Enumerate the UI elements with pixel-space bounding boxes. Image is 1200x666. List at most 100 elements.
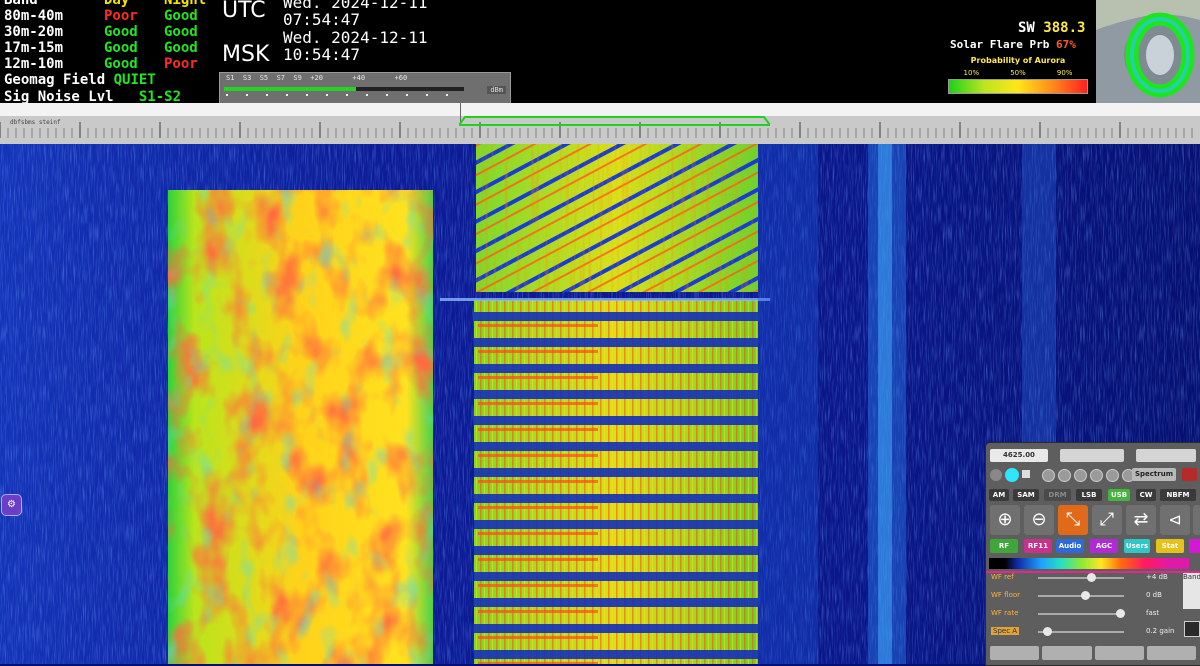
s-meter-tick [386, 94, 388, 96]
signal-gap-row [474, 494, 758, 503]
utc-label: UTC [222, 0, 266, 23]
msk-label: MSK [222, 42, 270, 67]
slider-knob[interactable] [1081, 591, 1090, 600]
geomag-value: QUIET [113, 72, 156, 88]
signal-hot-row [478, 480, 598, 483]
function-tab-stat[interactable]: Stat [1156, 539, 1184, 553]
slider-label: Spec A [991, 627, 1020, 635]
db-step-label: dbfsbms steinf [10, 119, 61, 126]
slider-track[interactable] [1038, 613, 1124, 615]
s-meter-scale: S1 S3 S5 S7 S9 +20 +40 +60 [226, 74, 408, 82]
zoom-max-icon[interactable]: ⤢ [1092, 505, 1122, 535]
colormap-bar[interactable] [989, 558, 1189, 569]
s-meter-bar [224, 87, 464, 91]
mode-button-drm[interactable]: DRM [1044, 489, 1071, 501]
signal-gap-row [474, 390, 758, 399]
active-indicator-icon[interactable] [1005, 468, 1019, 482]
signal-gap-row [474, 598, 758, 607]
step-button[interactable] [1058, 469, 1071, 482]
signal-hot-row [478, 636, 598, 639]
power-icon[interactable] [990, 469, 1002, 481]
signal-hot-row [478, 532, 598, 535]
mode-button-lsb[interactable]: LSB [1076, 489, 1102, 501]
slider-knob[interactable] [1087, 573, 1096, 582]
step-button[interactable] [1074, 469, 1087, 482]
s-meter-tick [286, 94, 288, 96]
s-meter-tick [366, 94, 368, 96]
sw-value: 388.3 [1043, 20, 1086, 36]
band-select[interactable] [1060, 449, 1124, 462]
signal-gap-row [474, 312, 758, 321]
band-row: 30m-20m Good Good [4, 24, 214, 40]
slider-track[interactable] [1038, 577, 1124, 579]
carrier-trace-core [878, 144, 892, 664]
function-tab-audio[interactable]: Audio [1056, 539, 1084, 553]
slider-knob[interactable] [1116, 609, 1125, 618]
s-meter-tick [306, 94, 308, 96]
band-conditions-table: Band Day Night 80m-40m Poor Good 30m-20m… [4, 0, 214, 72]
slider-value: 0.2 gain [1146, 627, 1175, 635]
slider-value: fast [1146, 609, 1160, 617]
function-tab-agc[interactable]: AGC [1090, 539, 1118, 553]
bottom-button[interactable] [990, 646, 1040, 660]
side-label[interactable]: Band [1183, 573, 1200, 609]
aurora-tick: 50% [1010, 69, 1026, 77]
mode-button-cw[interactable]: CW [1136, 489, 1156, 501]
function-tab-rf11[interactable]: RF11 [1024, 539, 1052, 553]
s-meter-tick [346, 94, 348, 96]
receiver-control-panel: 4625.00 Spectrum AM SAM DRM LSB USB CW NBFM ⊕ … [985, 442, 1200, 666]
swap-icon[interactable]: ⇄ [1126, 505, 1156, 535]
prev-icon[interactable]: ⊲ [1160, 505, 1190, 535]
night-condition: Good [164, 8, 198, 24]
night-condition: Good [164, 24, 198, 40]
solar-flare-prob: Solar Flare Prb 67% [950, 38, 1076, 51]
step-button[interactable] [1090, 469, 1103, 482]
frequency-input[interactable]: 4625.00 [990, 449, 1048, 462]
separator-trace [440, 298, 770, 301]
settings-icon[interactable]: ⚙ [1, 494, 22, 516]
stop-icon[interactable] [1022, 470, 1030, 478]
slider-knob[interactable] [1043, 627, 1052, 636]
s-meter-fill [224, 87, 356, 91]
bottom-button[interactable] [1042, 646, 1092, 660]
next-icon[interactable] [1193, 505, 1200, 535]
band-row: 80m-40m Poor Good [4, 8, 214, 24]
step-button[interactable] [1042, 469, 1055, 482]
signal-gap-row [474, 338, 758, 347]
bottom-button[interactable] [1094, 646, 1144, 660]
day-condition: Good [104, 56, 138, 72]
mode-button-usb[interactable]: USB [1108, 489, 1130, 501]
status-bar: Band Day Night 80m-40m Poor Good 30m-20m… [0, 0, 1200, 105]
signal-gap-row [474, 650, 758, 659]
lock-icon[interactable] [1184, 621, 1200, 637]
step-button[interactable] [1106, 469, 1119, 482]
msk-date: Wed. 2024-12-11 [283, 28, 428, 47]
band-row: 17m-15m Good Good [4, 40, 214, 56]
signal-hot-row [478, 350, 598, 353]
flare-value: 67% [1055, 38, 1076, 51]
spectrum-button[interactable]: Spectrum [1132, 468, 1176, 481]
signal-gap-row [474, 468, 758, 477]
night-condition: Poor [164, 56, 198, 72]
passband-indicator[interactable] [459, 116, 770, 126]
slider-value: 0 dB [1146, 591, 1162, 599]
signal-gap-row [474, 442, 758, 451]
geomag-status: Geomag Field QUIET [4, 72, 156, 88]
signal-gap-row [474, 572, 758, 581]
preset-select[interactable] [1136, 449, 1196, 462]
mode-button-nbfm[interactable]: NBFM [1160, 489, 1196, 501]
band-name: 12m-10m [4, 56, 64, 72]
zoom-in-icon[interactable]: ⊕ [990, 505, 1020, 535]
mode-button-sam[interactable]: SAM [1013, 489, 1039, 501]
function-tab-users[interactable]: Users [1124, 539, 1150, 553]
mode-button-am[interactable]: AM [989, 489, 1009, 501]
record-icon[interactable] [1182, 468, 1197, 481]
s-meter-tick [446, 94, 448, 96]
function-tab-rf[interactable]: RF [990, 539, 1018, 553]
bottom-button[interactable] [1146, 646, 1196, 660]
zoom-out-icon[interactable]: ⊖ [1024, 505, 1054, 535]
color-swatch[interactable] [1189, 539, 1200, 553]
signal-hot-row [478, 402, 598, 405]
zoom-to-band-icon[interactable]: ⤡ [1058, 505, 1088, 535]
signal-hot-row [478, 454, 598, 457]
